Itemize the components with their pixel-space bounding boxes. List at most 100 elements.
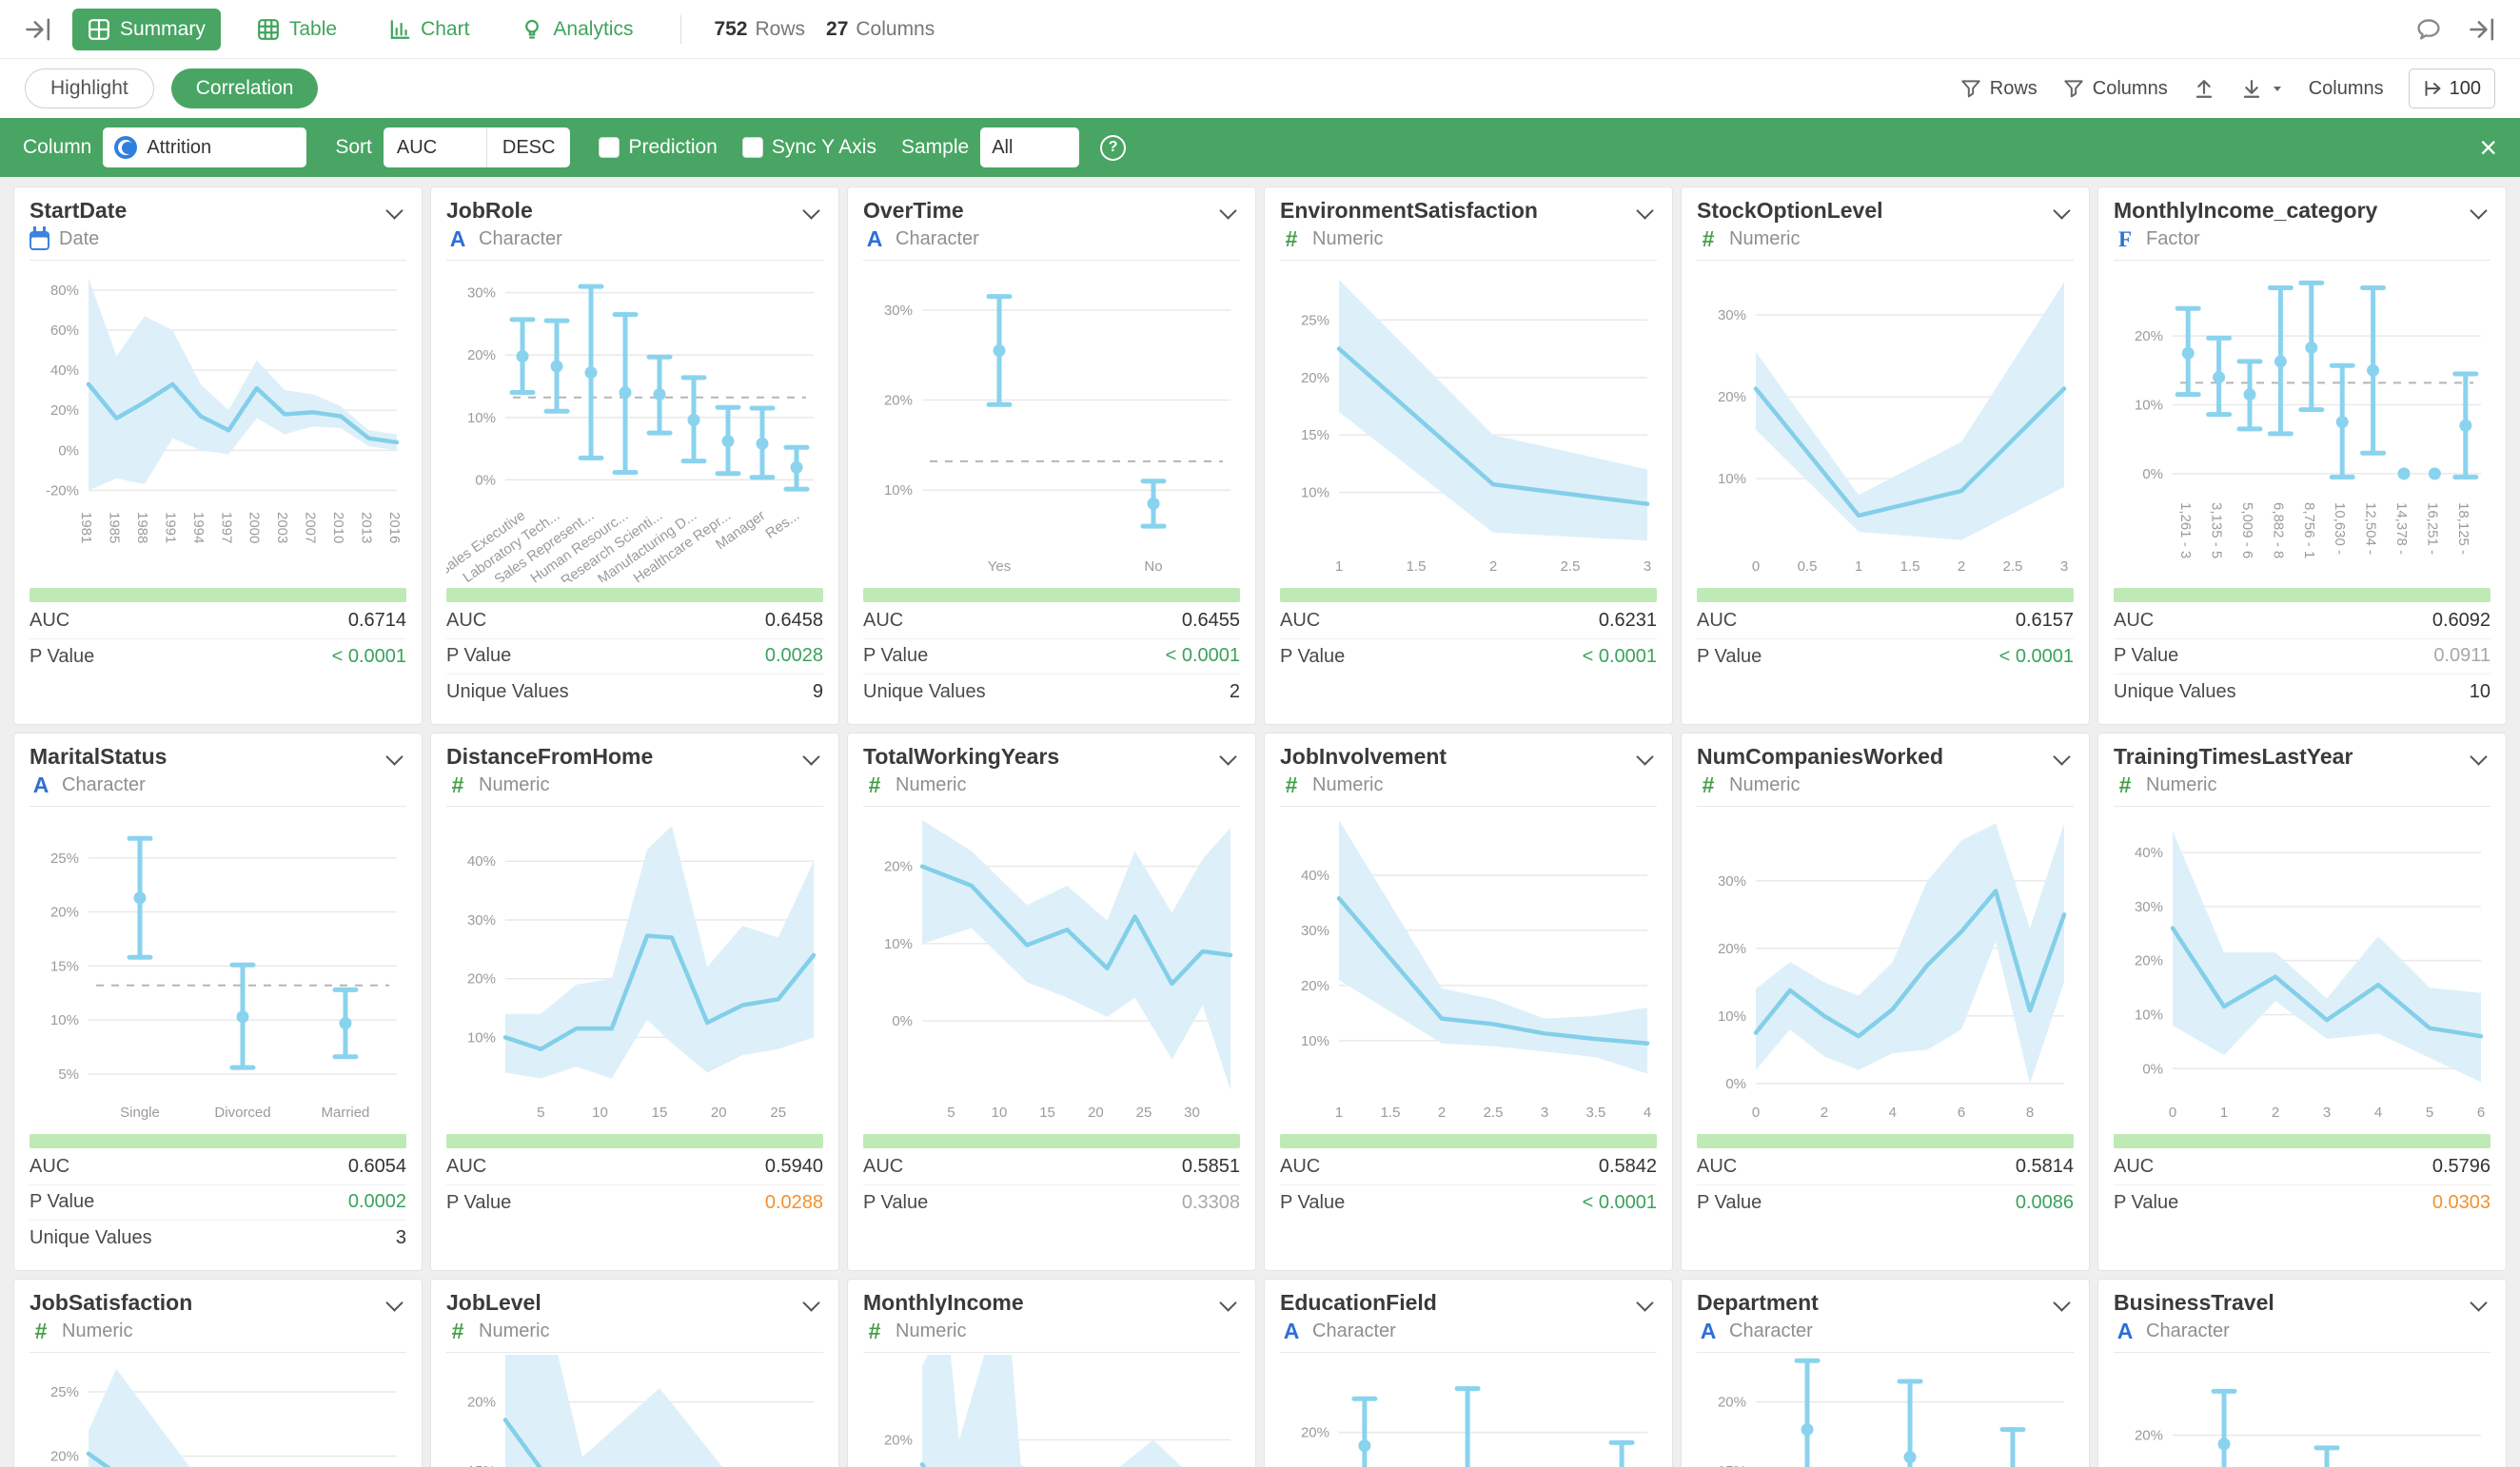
chevron-down-icon[interactable] — [385, 1294, 403, 1311]
chevron-down-icon[interactable] — [1636, 748, 1653, 765]
correlation-button[interactable]: Correlation — [171, 68, 319, 108]
filter-rows-button[interactable]: Rows — [1959, 77, 2038, 100]
svg-text:0: 0 — [2169, 1105, 2176, 1121]
svg-text:20%: 20% — [2135, 328, 2163, 344]
stat-value: < 0.0001 — [1583, 1192, 1657, 1214]
target-column-select[interactable]: Attrition — [103, 127, 306, 167]
chevron-down-icon[interactable] — [385, 748, 403, 765]
svg-text:40%: 40% — [2135, 845, 2163, 861]
stat-row: P Value < 0.0001 — [1697, 639, 2074, 675]
filter-columns-button[interactable]: Columns — [2062, 77, 2168, 100]
help-icon[interactable]: ? — [1100, 135, 1126, 161]
column-card: MaritalStatus A Character 25%20%15%10%5%… — [13, 733, 423, 1271]
svg-text:1991: 1991 — [162, 512, 178, 543]
column-chart: 20%10%0%51015202530 — [863, 809, 1240, 1128]
column-title: DistanceFromHome — [446, 743, 653, 772]
column-type-label: Numeric — [62, 1320, 132, 1342]
sync-y-axis-checkbox[interactable] — [742, 137, 763, 158]
sort-direction-select[interactable]: DESC — [486, 127, 571, 167]
chevron-down-icon[interactable] — [2053, 748, 2070, 765]
lightbulb-icon — [521, 18, 543, 41]
stat-value: 0.6231 — [1599, 610, 1657, 632]
stat-value: 0.5796 — [2432, 1156, 2490, 1178]
auc-bar — [2114, 588, 2490, 602]
character-icon: A — [1697, 1320, 1720, 1342]
chevron-down-icon[interactable] — [802, 1294, 819, 1311]
stats-section: AUC 0.6092 P Value 0.0911 Unique Values … — [2114, 604, 2490, 710]
svg-text:20%: 20% — [467, 971, 496, 988]
chevron-down-icon[interactable] — [1219, 1294, 1236, 1311]
svg-text:15%: 15% — [50, 958, 79, 974]
svg-text:20%: 20% — [467, 1395, 496, 1411]
close-icon[interactable]: × — [2479, 132, 2497, 163]
auc-bar — [446, 588, 823, 602]
svg-text:2003: 2003 — [274, 512, 290, 543]
chevron-down-icon[interactable] — [1636, 1294, 1653, 1311]
sort-by-select[interactable]: AUC — [384, 137, 486, 159]
columns-limit-button[interactable]: 100 — [2409, 68, 2495, 108]
highlight-button[interactable]: Highlight — [25, 68, 154, 108]
column-title: MonthlyIncome — [863, 1289, 1024, 1318]
svg-text:3: 3 — [1541, 1105, 1548, 1121]
stat-label: Unique Values — [2114, 681, 2236, 703]
column-type-label: Date — [59, 228, 99, 250]
stat-label: P Value — [863, 1192, 928, 1214]
chevron-down-icon[interactable] — [385, 202, 403, 219]
comment-icon[interactable] — [2415, 16, 2442, 43]
column-title: MonthlyIncome_category — [2114, 197, 2377, 225]
stat-row: AUC 0.5796 — [2114, 1150, 2490, 1185]
stat-row: AUC 0.6458 — [446, 604, 823, 639]
prediction-checkbox[interactable] — [599, 137, 620, 158]
stat-label: P Value — [30, 646, 94, 668]
column-title: OverTime — [863, 197, 964, 225]
stat-label: P Value — [1280, 646, 1345, 668]
chevron-down-icon[interactable] — [802, 748, 819, 765]
stat-value: < 0.0001 — [1999, 646, 2074, 668]
auc-bar — [1697, 588, 2074, 602]
svg-text:0: 0 — [1752, 558, 1760, 575]
svg-text:3,135 - 5: 3,135 - 5 — [2209, 502, 2225, 558]
svg-text:25%: 25% — [50, 1384, 79, 1400]
stat-value: 0.5940 — [765, 1156, 823, 1178]
stat-value: 0.3308 — [1182, 1192, 1240, 1214]
tab-table[interactable]: Table — [242, 9, 352, 50]
stats-section: AUC 0.5851 P Value 0.3308 — [863, 1150, 1240, 1221]
svg-text:30%: 30% — [1301, 923, 1329, 939]
chevron-down-icon[interactable] — [2470, 1294, 2487, 1311]
sync-y-axis-option[interactable]: Sync Y Axis — [742, 136, 876, 159]
upload-button[interactable] — [2193, 77, 2215, 100]
column-card: TrainingTimesLastYear # Numeric 40%30%20… — [2097, 733, 2507, 1271]
collapse-panel-icon[interactable] — [2469, 16, 2495, 43]
tab-analytics[interactable]: Analytics — [505, 9, 648, 50]
download-button[interactable] — [2240, 77, 2284, 100]
chevron-down-icon[interactable] — [2470, 748, 2487, 765]
prediction-option[interactable]: Prediction — [599, 136, 717, 159]
chevron-down-icon[interactable] — [802, 202, 819, 219]
stat-value: < 0.0001 — [1583, 646, 1657, 668]
stat-row: P Value < 0.0001 — [30, 639, 406, 675]
chevron-down-icon[interactable] — [1219, 202, 1236, 219]
svg-text:25: 25 — [1136, 1105, 1152, 1121]
tab-chart[interactable]: Chart — [373, 9, 484, 50]
svg-text:2.5: 2.5 — [1484, 1105, 1504, 1121]
sample-select[interactable]: All — [980, 127, 1079, 167]
column-title: JobLevel — [446, 1289, 541, 1318]
chevron-down-icon[interactable] — [2053, 1294, 2070, 1311]
chevron-down-icon[interactable] — [2053, 202, 2070, 219]
tab-summary[interactable]: Summary — [72, 9, 221, 50]
svg-text:Divorced: Divorced — [214, 1105, 270, 1121]
chevron-down-icon[interactable] — [1636, 202, 1653, 219]
svg-text:2013: 2013 — [359, 512, 375, 543]
download-icon — [2240, 77, 2263, 100]
stats-section: AUC 0.5842 P Value < 0.0001 — [1280, 1150, 1657, 1221]
expand-sidebar-icon[interactable] — [25, 16, 51, 43]
chevron-down-icon[interactable] — [1219, 748, 1236, 765]
stat-row: AUC 0.5940 — [446, 1150, 823, 1185]
chevron-down-icon[interactable] — [2470, 202, 2487, 219]
column-title: EducationField — [1280, 1289, 1437, 1318]
svg-text:2: 2 — [2272, 1105, 2279, 1121]
stat-value: 0.0002 — [348, 1191, 406, 1213]
svg-text:20%: 20% — [50, 1449, 79, 1465]
svg-text:20%: 20% — [1301, 978, 1329, 994]
svg-text:10: 10 — [592, 1105, 608, 1121]
